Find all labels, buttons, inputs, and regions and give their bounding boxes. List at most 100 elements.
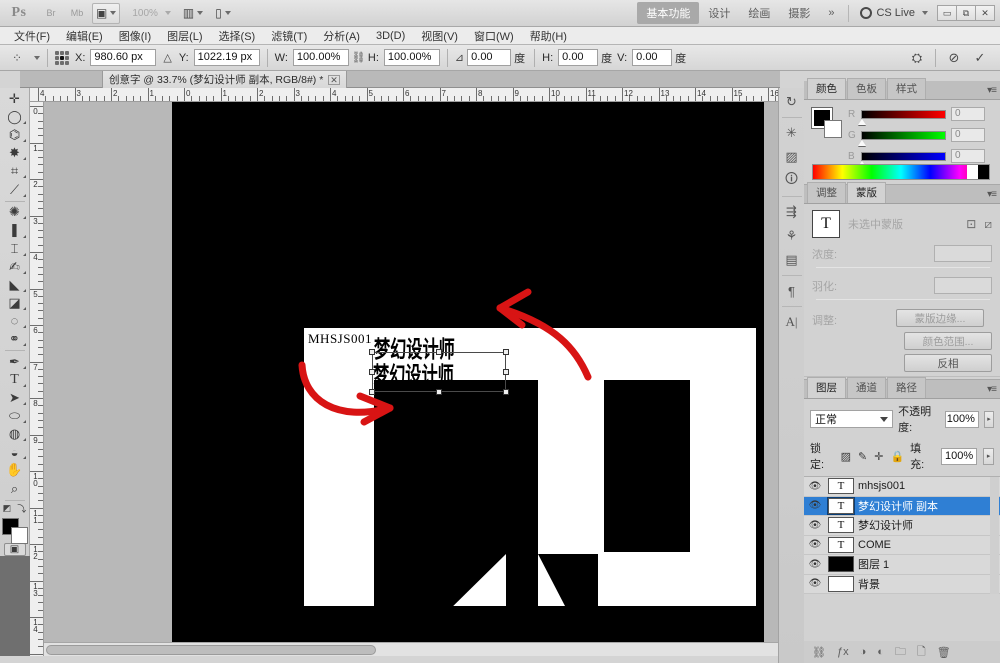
cs-live-button[interactable]: CS Live [854, 7, 934, 19]
menu-help[interactable]: 帮助(H) [522, 27, 575, 45]
color-range-button[interactable]: 颜色范围... [904, 332, 992, 350]
layer-visibility-icon[interactable]: 👁 [806, 539, 824, 550]
layer-thumbnail[interactable]: T [828, 517, 854, 534]
properties-panel-icon[interactable]: ⇶ [781, 200, 803, 224]
gradient-tool[interactable]: ◪ [2, 294, 28, 312]
menu-layer[interactable]: 图层(L) [159, 27, 210, 45]
density-slider[interactable] [816, 267, 990, 268]
blue-value[interactable]: 0 [951, 149, 985, 163]
horizontal-ruler[interactable]: 43210123456789101112131415161718 [30, 88, 780, 102]
menu-edit[interactable]: 编辑(E) [58, 27, 111, 45]
swatches-panel-icon[interactable]: ⚘ [781, 224, 803, 248]
layer-visibility-icon[interactable]: 👁 [806, 578, 824, 589]
select-mask-icon[interactable]: ⊡ [966, 217, 976, 231]
hand-tool[interactable]: ✋ [2, 461, 28, 479]
layer-visibility-icon[interactable]: 👁 [806, 520, 824, 531]
type-tool[interactable]: T [2, 371, 28, 389]
tab-channels[interactable]: 通道 [847, 377, 886, 398]
screen-mode-button[interactable]: ▯ [211, 3, 235, 24]
layer-thumbnail[interactable]: T [828, 536, 854, 553]
document-tab[interactable]: 创意字 @ 33.7% (梦幻设计师 副本, RGB/8#) * ✕ [102, 71, 347, 88]
active-tool-icon[interactable]: ⁘ [6, 48, 28, 68]
brush-tool[interactable]: ❚ [2, 221, 28, 239]
zoom-level-field[interactable]: 100% [124, 3, 175, 24]
tab-layers[interactable]: 图层 [807, 377, 846, 398]
menu-image[interactable]: 图像(I) [111, 27, 159, 45]
quick-selection-tool[interactable]: ✸ [2, 144, 28, 162]
layer-thumbnail[interactable] [828, 556, 854, 573]
layer-name[interactable]: COME [858, 539, 891, 551]
layer-thumbnail[interactable]: T [827, 496, 855, 515]
lock-transparency-icon[interactable]: ▨ [841, 450, 851, 463]
color-spectrum-ramp[interactable] [812, 164, 990, 180]
density-input[interactable] [934, 245, 992, 262]
workspace-tab-photography[interactable]: 摄影 [779, 2, 819, 24]
3d-object-rotate-tool[interactable]: ◍ [2, 425, 28, 443]
tab-swatches[interactable]: 色板 [847, 78, 886, 99]
vertical-ruler[interactable]: 01234567891011121314151617 [30, 102, 44, 656]
menu-analysis[interactable]: 分析(A) [315, 27, 368, 45]
workspace-tab-more[interactable]: » [819, 4, 843, 22]
clone-stamp-tool[interactable]: ⌶ [2, 240, 28, 258]
ref-tl[interactable] [55, 50, 59, 55]
fill-stepper[interactable]: ▸ [983, 447, 994, 465]
character-panel-icon[interactable]: A| [781, 310, 803, 334]
link-layers-icon[interactable]: ⛓ [812, 646, 826, 659]
green-value[interactable]: 0 [951, 128, 985, 142]
layer-row-mhsjs[interactable]: 👁 T 梦幻设计师 [804, 516, 1000, 536]
menu-view[interactable]: 视图(V) [413, 27, 466, 45]
menu-file[interactable]: 文件(F) [6, 27, 58, 45]
ref-br[interactable] [65, 60, 69, 65]
reference-point-selector[interactable] [55, 50, 69, 65]
layer-list-scrollbar[interactable] [990, 477, 999, 594]
mask-edge-button[interactable]: 蒙版边缘... [896, 309, 984, 327]
arrange-documents-button[interactable]: ▥ [179, 3, 207, 24]
menu-3d[interactable]: 3D(D) [368, 29, 413, 43]
ref-mr[interactable] [65, 55, 69, 60]
mask-thumbnail[interactable]: T [812, 210, 840, 238]
layer-row-layer1[interactable]: 👁 图层 1 [804, 555, 1000, 575]
blue-slider[interactable] [858, 151, 946, 167]
mini-bridge-button[interactable]: Mb [66, 3, 88, 24]
opacity-stepper[interactable]: ▸ [983, 410, 994, 428]
layer-style-icon[interactable]: ƒx [837, 646, 849, 658]
transform-handle-tl[interactable] [369, 349, 375, 355]
tab-masks[interactable]: 蒙版 [847, 182, 886, 203]
lasso-tool[interactable]: ⌬ [2, 126, 28, 144]
y-input[interactable]: 1022.19 px [193, 49, 260, 66]
layer-name[interactable]: mhsjs001 [858, 480, 905, 492]
red-value[interactable]: 0 [951, 107, 985, 121]
opacity-input[interactable]: 100% [945, 410, 979, 428]
adjustments-panel-icon[interactable]: ✳ [781, 121, 803, 145]
blend-mode-select[interactable]: 正常 [810, 410, 894, 428]
move-tool[interactable]: ✛ [2, 90, 28, 108]
close-icon[interactable]: ✕ [328, 74, 340, 85]
layer-thumbnail[interactable] [828, 575, 854, 592]
transform-handle-bc[interactable] [436, 389, 442, 395]
eyedropper-tool[interactable]: ⟋ [2, 180, 28, 198]
panel-menu-icon[interactable]: ▾≡ [987, 85, 997, 96]
info-panel-icon[interactable]: 🛈 [781, 169, 803, 193]
commit-transform-button[interactable]: ✓ [968, 48, 992, 68]
3d-camera-rotate-tool[interactable]: ◒ [2, 443, 28, 461]
history-brush-tool[interactable]: ✍ [2, 258, 28, 276]
layer-visibility-icon[interactable]: 👁 [806, 481, 824, 492]
layer-name[interactable]: 图层 1 [858, 556, 889, 572]
layer-row-come[interactable]: 👁 T COME [804, 535, 1000, 555]
workspace-tab-essentials[interactable]: 基本功能 [637, 2, 700, 24]
menu-select[interactable]: 选择(S) [211, 27, 264, 45]
green-slider-knob[interactable] [858, 139, 866, 146]
add-mask-icon[interactable]: ◑ [860, 646, 867, 658]
feather-slider[interactable] [816, 299, 990, 300]
layer-visibility-icon[interactable]: 👁 [806, 500, 824, 511]
layer-name[interactable]: 梦幻设计师 [858, 517, 913, 533]
ref-bl[interactable] [55, 60, 59, 65]
add-mask-icon[interactable]: ⧄ [984, 217, 992, 232]
new-group-icon[interactable]: 🗀 [895, 643, 906, 662]
marquee-tool[interactable]: ◯ [2, 108, 28, 126]
history-panel-icon[interactable]: ↻ [781, 90, 803, 114]
ref-mc[interactable] [60, 55, 64, 60]
quick-mask-button[interactable]: ▣ [3, 542, 26, 556]
scrollbar-thumb[interactable] [46, 645, 376, 655]
ref-tc[interactable] [60, 50, 64, 55]
